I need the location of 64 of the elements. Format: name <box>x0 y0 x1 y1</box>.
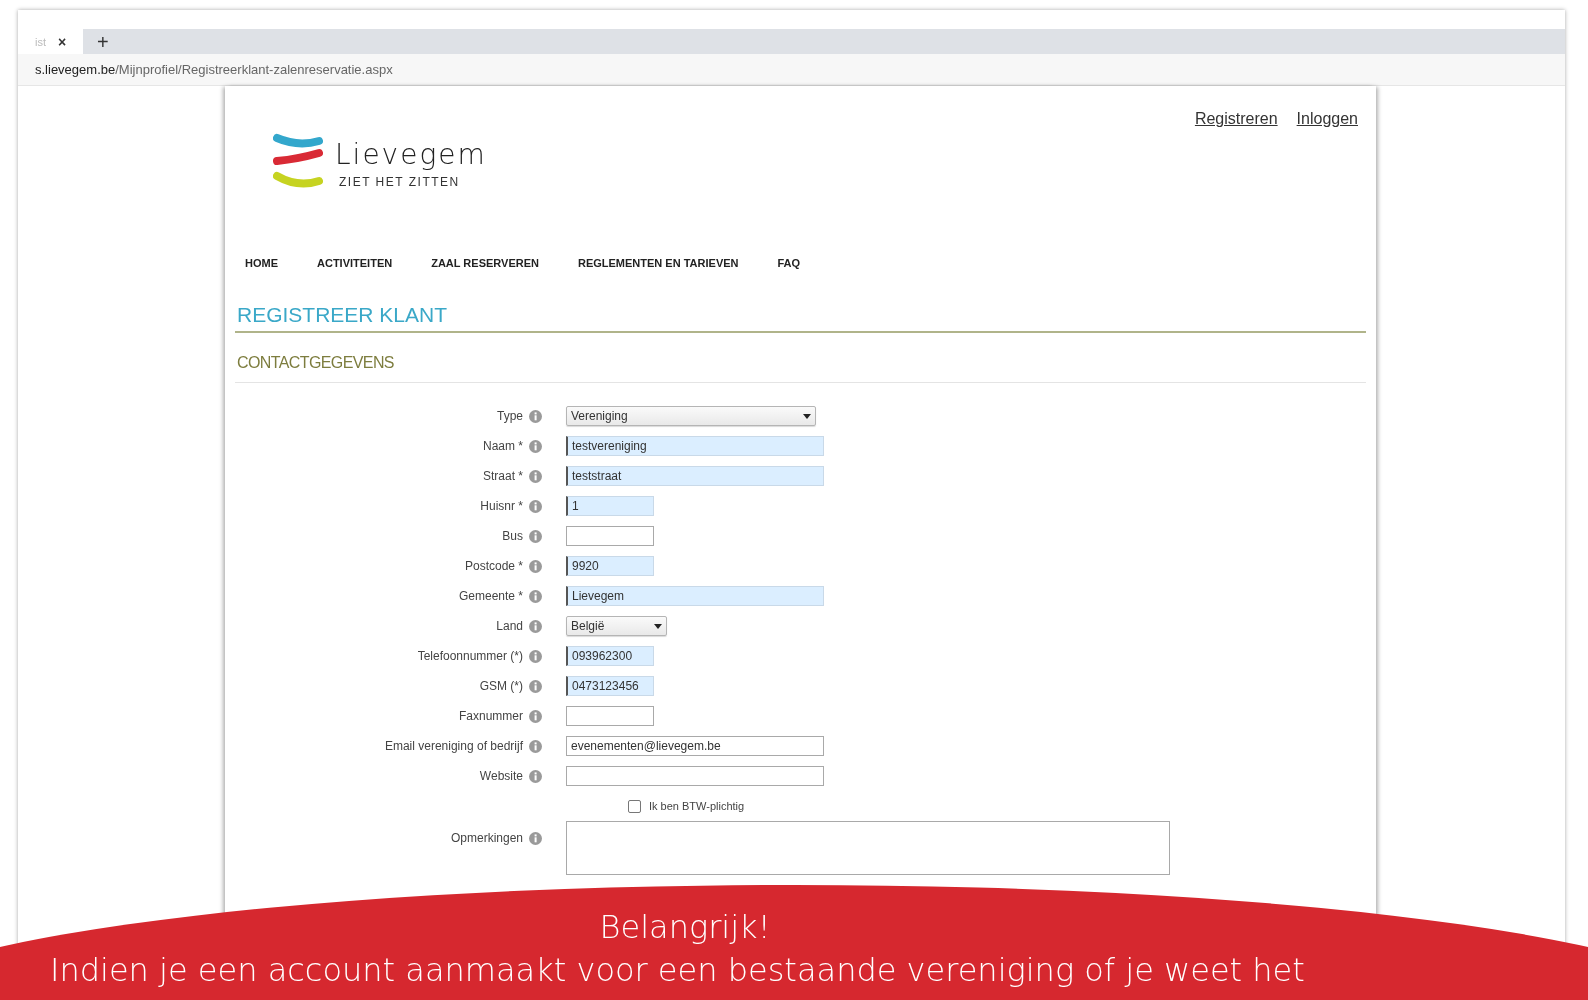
field-label: Email vereniging of bedrijf <box>384 739 523 753</box>
field-label: Straat * <box>482 469 523 483</box>
caret-icon <box>803 413 811 419</box>
info-icon[interactable] <box>529 769 542 783</box>
field-label: Naam * <box>483 439 523 453</box>
field-label: Land <box>496 619 523 633</box>
header-link[interactable]: Inloggen <box>1296 110 1358 128</box>
header-link[interactable]: Registreren <box>1194 110 1278 128</box>
tab-title: ist <box>35 35 46 48</box>
nav-link[interactable]: REGLEMENTEN EN TARIEVEN <box>577 257 739 269</box>
address-bar-url[interactable]: s.lievegem.be/Mijnprofiel/Registreerklant-zalenreservatie.aspx <box>35 62 393 77</box>
nav-link[interactable]: ACTIVITEITEN <box>317 257 393 269</box>
input-field[interactable]: 1 <box>566 496 654 516</box>
info-icon[interactable] <box>529 649 542 663</box>
logo-tagline: ZIET HET ZITTEN <box>339 175 461 189</box>
info-icon[interactable] <box>529 679 542 693</box>
section-title: CONTACTGEGEVENS <box>237 353 395 373</box>
info-icon[interactable] <box>529 469 542 483</box>
notice-title: Belangrijk! <box>599 907 771 947</box>
checkbox-label[interactable]: Ik ben BTW-plichtig <box>649 800 745 812</box>
field-label: Gemeente * <box>458 589 523 603</box>
nav-link[interactable]: FAQ <box>777 257 801 269</box>
input-field[interactable] <box>566 706 654 726</box>
info-icon[interactable] <box>529 559 542 573</box>
close-tab-button[interactable]: × <box>58 33 67 50</box>
input-field[interactable]: 093962300 <box>566 646 654 666</box>
info-icon[interactable] <box>529 499 542 513</box>
input-field[interactable] <box>566 766 824 786</box>
info-icon[interactable] <box>529 709 542 723</box>
field-label: Huisnr * <box>480 499 523 513</box>
checkbox[interactable] <box>628 799 641 813</box>
dropdown[interactable]: Vereniging <box>566 406 816 426</box>
new-tab-button[interactable]: + <box>97 31 109 52</box>
input-field[interactable]: Lievegem <box>566 586 824 606</box>
nav-link[interactable]: HOME <box>245 257 278 269</box>
input-field[interactable]: 0473123456 <box>566 676 654 696</box>
logo-wordmark: Lievegem <box>335 141 487 169</box>
page-title: REGISTREER KLANT <box>237 302 449 328</box>
info-icon[interactable] <box>529 589 542 603</box>
info-icon[interactable] <box>529 409 542 423</box>
info-icon[interactable] <box>529 439 542 453</box>
info-icon[interactable] <box>529 739 542 753</box>
input-field[interactable] <box>566 526 654 546</box>
info-icon[interactable] <box>529 619 542 633</box>
input-field[interactable]: evenementen@lievegem.be <box>566 736 824 756</box>
info-icon[interactable] <box>529 832 542 845</box>
field-label: Telefoonnummer (*) <box>417 649 523 663</box>
caret-icon <box>654 623 662 629</box>
nav-link[interactable]: ZAAL RESERVEREN <box>431 257 539 269</box>
input-field[interactable]: testvereniging <box>566 436 824 456</box>
field-label: Bus <box>502 529 523 543</box>
field-label: GSM (*) <box>479 679 523 693</box>
logo-icon <box>273 133 323 191</box>
textarea-field[interactable] <box>566 821 1170 875</box>
notice-text: Indien je een account aanmaakt voor een bestaande vereniging of je weet het <box>50 950 1305 991</box>
field-label: Opmerkingen <box>450 831 523 845</box>
field-label: Postcode * <box>464 559 523 573</box>
field-label: Faxnummer <box>459 709 523 723</box>
info-icon[interactable] <box>529 529 542 543</box>
field-label: Type <box>497 409 523 423</box>
input-field[interactable]: teststraat <box>566 466 824 486</box>
field-label: Website <box>479 769 523 783</box>
dropdown[interactable]: België <box>566 616 667 636</box>
input-field[interactable]: 9920 <box>566 556 654 576</box>
